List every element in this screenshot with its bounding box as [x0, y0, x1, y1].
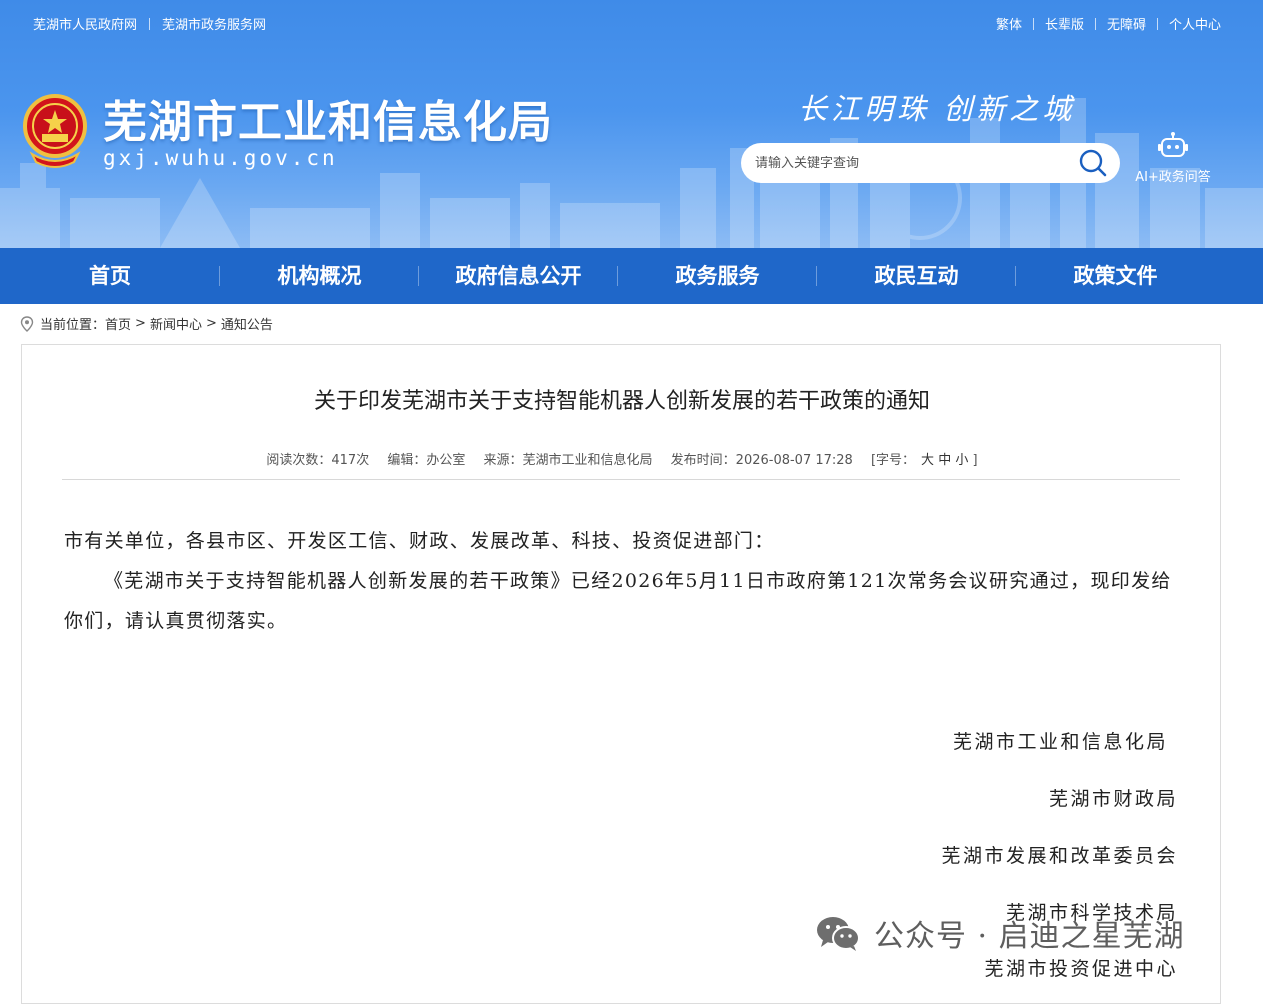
signature-miit: 芜湖市工业和信息化局 — [952, 731, 1168, 753]
location-pin-icon — [20, 315, 34, 332]
view-count: 阅读次数：417次 — [266, 453, 370, 468]
top-link-city-gov[interactable]: 芜湖市人民政府网 — [33, 14, 137, 33]
breadcrumb-home[interactable]: 首页 — [105, 314, 131, 333]
site-title[interactable]: 芜湖市工业和信息化局 — [103, 86, 553, 150]
publish-time: 发布时间：2026-08-07 17:28 — [670, 453, 853, 468]
nav-interaction[interactable]: 政民互动 — [817, 248, 1016, 304]
font-size-small[interactable]: 小 — [955, 453, 968, 468]
accessibility-link[interactable]: 无障碍 — [1107, 14, 1146, 33]
nav-label: 首页 — [89, 264, 131, 288]
divider — [62, 479, 1180, 480]
search-icon[interactable] — [1078, 149, 1108, 177]
nav-home[interactable]: 首页 — [0, 248, 220, 304]
nav-label: 政务服务 — [675, 264, 760, 288]
breadcrumb-separator: > — [205, 316, 217, 331]
separator — [149, 17, 151, 30]
salutation-paragraph: 市有关单位，各县市区、开发区工信、财政、发展改革、科技、投资促进部门： — [64, 530, 775, 552]
separator — [1156, 17, 1158, 30]
breadcrumb-news-center[interactable]: 新闻中心 — [150, 314, 202, 333]
nav-label: 政策文件 — [1073, 264, 1158, 288]
breadcrumb-prefix: 当前位置： — [40, 318, 106, 333]
breadcrumb-notices[interactable]: 通知公告 — [221, 314, 273, 333]
article-meta: 阅读次数：417次 编辑：办公室 来源：芜湖市工业和信息化局 发布时间：2026… — [22, 449, 1222, 468]
slogan: 长江明珠 创新之城 — [798, 92, 1076, 126]
nav-organization[interactable]: 机构概况 — [220, 248, 419, 304]
ai-assistant-button[interactable]: AI+政务问答 — [1130, 132, 1216, 185]
breadcrumb-separator: > — [135, 316, 146, 331]
separator — [1032, 17, 1034, 30]
font-size-control: [字号： 大 中 小 ] — [871, 453, 978, 468]
signature-ndrc: 芜湖市发展和改革委员会 — [941, 845, 1178, 867]
nav-services[interactable]: 政务服务 — [618, 248, 817, 304]
signature-finance: 芜湖市财政局 — [1048, 788, 1178, 810]
nav-info-disclosure[interactable]: 政府信息公开 — [419, 248, 618, 304]
ai-label: AI+政务问答 — [1135, 170, 1211, 185]
signature-investment: 芜湖市投资促进中心 — [984, 958, 1178, 980]
font-size-large[interactable]: 大 — [921, 453, 934, 468]
nav-policy[interactable]: 政策文件 — [1016, 248, 1215, 304]
nav-label: 政民互动 — [874, 264, 959, 288]
nav-label: 机构概况 — [277, 264, 362, 288]
search-input[interactable] — [755, 155, 1065, 171]
watermark: 公众号 · 启迪之星芜湖 — [814, 910, 1185, 956]
nav-label: 政府信息公开 — [455, 264, 582, 288]
top-link-service-gov[interactable]: 芜湖市政务服务网 — [162, 14, 266, 33]
font-size-label: [字号： — [870, 453, 916, 468]
font-size-medium[interactable]: 中 — [938, 453, 951, 468]
article-panel: 关于印发芜湖市关于支持智能机器人创新发展的若干政策的通知 阅读次数：417次 编… — [21, 344, 1221, 1004]
editor: 编辑：办公室 — [387, 453, 466, 468]
source: 来源：芜湖市工业和信息化局 — [483, 453, 653, 468]
body-paragraph: 《芜湖市关于支持智能机器人创新发展的若干政策》已经2026年5月11日市政府第1… — [64, 570, 1172, 632]
breadcrumb: 当前位置： 首页 > 新闻中心 > 通知公告 — [20, 314, 273, 333]
top-right-links: 繁体 长辈版 无障碍 个人中心 — [996, 14, 1221, 33]
site-domain: gxj.wuhu.gov.cn — [103, 146, 338, 170]
elder-mode-link[interactable]: 长辈版 — [1045, 14, 1084, 33]
main-nav: 首页 机构概况 政府信息公开 政务服务 政民互动 政策文件 — [0, 248, 1263, 304]
personal-center-link[interactable]: 个人中心 — [1169, 14, 1221, 33]
national-emblem-icon — [23, 94, 87, 168]
top-links: 芜湖市人民政府网 芜湖市政务服务网 — [33, 14, 266, 33]
font-size-close: ] — [972, 453, 978, 468]
site-header: 芜湖市人民政府网 芜湖市政务服务网 繁体 长辈版 无障碍 个人中心 芜湖市工业和… — [0, 0, 1263, 248]
separator — [1094, 17, 1096, 30]
article-title: 关于印发芜湖市关于支持智能机器人创新发展的若干政策的通知 — [313, 389, 930, 414]
traditional-chinese-link[interactable]: 繁体 — [996, 14, 1022, 33]
wechat-icon — [817, 917, 860, 951]
watermark-text: 公众号 · 启迪之星芜湖 — [874, 919, 1185, 954]
search-box — [741, 143, 1120, 183]
robot-icon — [1158, 132, 1188, 157]
article-body: 市有关单位，各县市区、开发区工信、财政、发展改革、科技、投资促进部门： 《芜湖市… — [64, 521, 1182, 641]
